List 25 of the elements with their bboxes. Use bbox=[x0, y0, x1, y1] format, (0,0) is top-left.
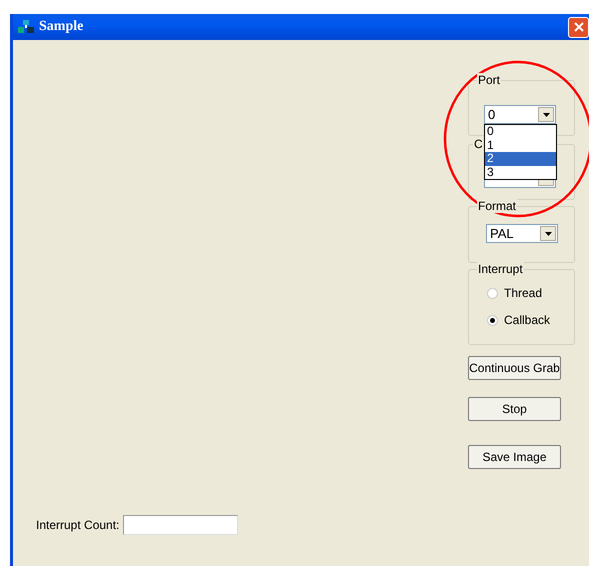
format-dropdown[interactable]: PAL bbox=[486, 224, 558, 243]
radio-label: Thread bbox=[504, 286, 542, 300]
cubes-icon bbox=[17, 19, 35, 35]
group-label: Interrupt bbox=[477, 262, 524, 276]
push-button[interactable]: Save Image bbox=[468, 445, 561, 469]
push-button[interactable]: Stop bbox=[468, 397, 561, 421]
port-dropdown[interactable]: 0 bbox=[484, 105, 556, 124]
push-button[interactable]: Continuous Grab bbox=[468, 356, 561, 380]
caret-icon bbox=[544, 232, 552, 236]
field-label: Interrupt Count: bbox=[36, 518, 120, 532]
radio-label: Callback bbox=[504, 313, 550, 327]
input-field[interactable] bbox=[123, 515, 238, 535]
dropdown-option[interactable]: 0 bbox=[485, 125, 556, 138]
close-icon bbox=[574, 22, 584, 32]
window-title: Sample bbox=[39, 19, 84, 35]
caret-icon bbox=[542, 112, 550, 116]
group-label: C bbox=[473, 137, 484, 151]
dropdown-option[interactable]: 2 bbox=[485, 152, 556, 166]
close-button[interactable] bbox=[568, 16, 589, 38]
group-label: Format bbox=[477, 199, 518, 213]
dropdown-option[interactable]: 1 bbox=[485, 138, 556, 152]
radio-button[interactable] bbox=[487, 288, 498, 298]
dropdown-option[interactable]: 3 bbox=[485, 166, 556, 179]
group-label: Port bbox=[477, 73, 502, 87]
radio-button[interactable] bbox=[487, 314, 498, 326]
